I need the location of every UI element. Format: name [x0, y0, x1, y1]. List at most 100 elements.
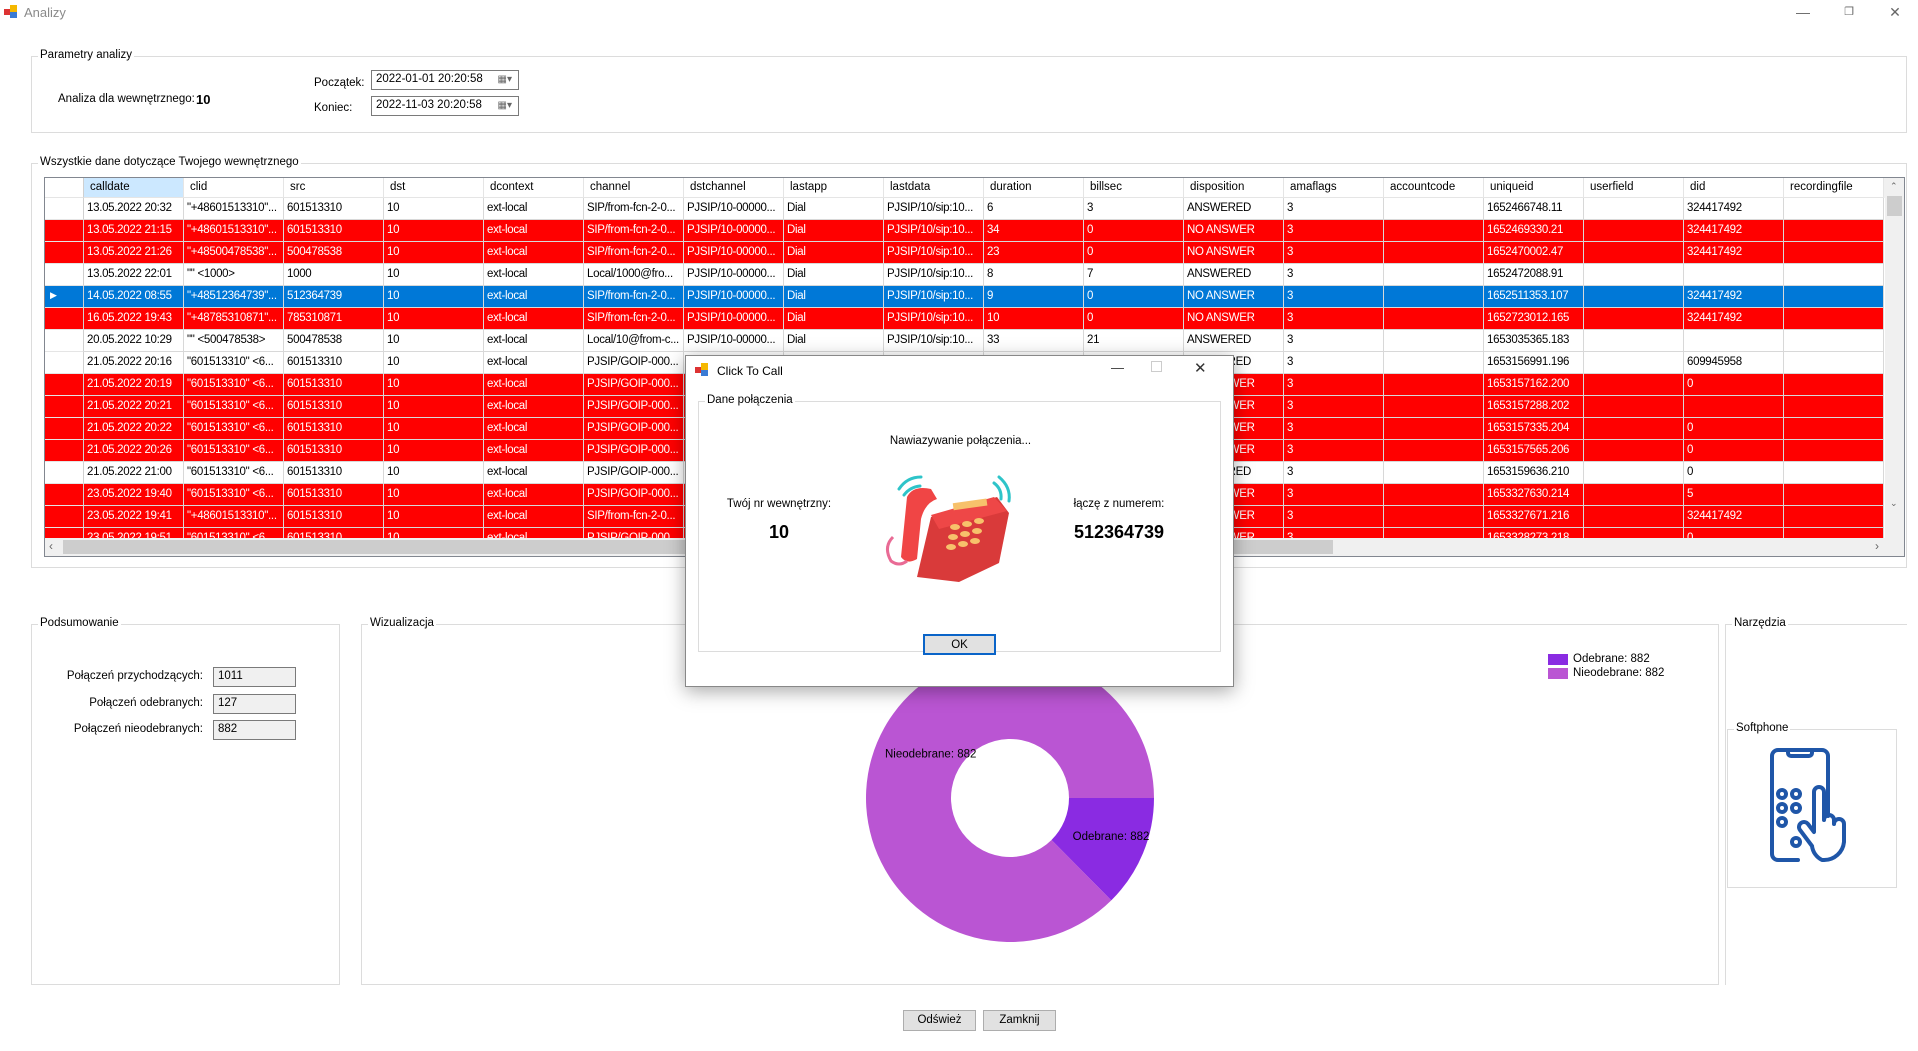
- cell-dst[interactable]: 10: [384, 440, 484, 462]
- cell-recordingfile[interactable]: [1784, 264, 1884, 286]
- scroll-right-icon[interactable]: ›: [1875, 539, 1879, 553]
- cell-uniqueid[interactable]: 1653157335.204: [1484, 418, 1584, 440]
- cell-clid[interactable]: "601513310" <6...: [184, 418, 284, 440]
- cell-dcontext[interactable]: ext-local: [484, 308, 584, 330]
- cell-dst[interactable]: 10: [384, 396, 484, 418]
- cell-duration[interactable]: 34: [984, 220, 1084, 242]
- cell-lastapp[interactable]: Dial: [784, 242, 884, 264]
- cell-dst[interactable]: 10: [384, 220, 484, 242]
- refresh-button[interactable]: Odśwież: [903, 1010, 976, 1031]
- minimize-icon[interactable]: —: [1780, 2, 1826, 24]
- cell-amaflags[interactable]: 3: [1284, 264, 1384, 286]
- cell-userfield[interactable]: [1584, 484, 1684, 506]
- cell-dst[interactable]: 10: [384, 506, 484, 528]
- cell-dst[interactable]: 10: [384, 352, 484, 374]
- cell-accountcode[interactable]: [1384, 242, 1484, 264]
- cell-calldate[interactable]: 13.05.2022 20:32: [84, 198, 184, 220]
- cell-accountcode[interactable]: [1384, 462, 1484, 484]
- cell-did[interactable]: [1684, 396, 1784, 418]
- cell-channel[interactable]: SIP/from-fcn-2-0...: [584, 506, 684, 528]
- cell-lastdata[interactable]: PJSIP/10/sip:10...: [884, 286, 984, 308]
- row-header[interactable]: [45, 264, 84, 286]
- cell-lastapp[interactable]: Dial: [784, 198, 884, 220]
- table-row[interactable]: 13.05.2022 20:32 "+48601513310"... 6015133…: [45, 198, 1885, 220]
- missed-field[interactable]: 882: [213, 720, 296, 740]
- cell-dst[interactable]: 10: [384, 484, 484, 506]
- cell-accountcode[interactable]: [1384, 396, 1484, 418]
- cell-clid[interactable]: "+48500478538"...: [184, 242, 284, 264]
- cell-userfield[interactable]: [1584, 418, 1684, 440]
- minimize-icon[interactable]: —: [1111, 360, 1124, 375]
- cell-src[interactable]: 601513310: [284, 440, 384, 462]
- cell-lastdata[interactable]: PJSIP/10/sip:10...: [884, 242, 984, 264]
- cell-src[interactable]: 601513310: [284, 198, 384, 220]
- cell-did[interactable]: 0: [1684, 440, 1784, 462]
- cell-src[interactable]: 601513310: [284, 396, 384, 418]
- cell-dst[interactable]: 10: [384, 462, 484, 484]
- cell-did[interactable]: 324417492: [1684, 198, 1784, 220]
- cell-recordingfile[interactable]: [1784, 418, 1884, 440]
- cell-dcontext[interactable]: ext-local: [484, 330, 584, 352]
- cell-src[interactable]: 1000: [284, 264, 384, 286]
- column-header-lastapp[interactable]: lastapp: [784, 178, 884, 198]
- cell-accountcode[interactable]: [1384, 198, 1484, 220]
- row-header[interactable]: [45, 396, 84, 418]
- cell-dst[interactable]: 10: [384, 264, 484, 286]
- table-row[interactable]: 13.05.2022 21:26 "+48500478538"... 5004785…: [45, 242, 1885, 264]
- cell-channel[interactable]: SIP/from-fcn-2-0...: [584, 220, 684, 242]
- cell-amaflags[interactable]: 3: [1284, 462, 1384, 484]
- cell-calldate[interactable]: 23.05.2022 19:40: [84, 484, 184, 506]
- cell-src[interactable]: 512364739: [284, 286, 384, 308]
- row-header[interactable]: [45, 308, 84, 330]
- cell-dcontext[interactable]: ext-local: [484, 462, 584, 484]
- cell-uniqueid[interactable]: 1652469330.21: [1484, 220, 1584, 242]
- cell-clid[interactable]: "601513310" <6...: [184, 396, 284, 418]
- cell-dcontext[interactable]: ext-local: [484, 418, 584, 440]
- table-row[interactable]: 20.05.2022 10:29 "" <500478538> 500478538 1…: [45, 330, 1885, 352]
- cell-channel[interactable]: PJSIP/GOIP-000...: [584, 484, 684, 506]
- cell-recordingfile[interactable]: [1784, 198, 1884, 220]
- column-header-src[interactable]: src: [284, 178, 384, 198]
- table-row-selected[interactable]: ▶ 14.05.2022 08:55 "+48512364739"... 512364…: [45, 286, 1885, 308]
- cell-lastdata[interactable]: PJSIP/10/sip:10...: [884, 198, 984, 220]
- cell-clid[interactable]: "" <500478538>: [184, 330, 284, 352]
- cell-calldate[interactable]: 21.05.2022 21:00: [84, 462, 184, 484]
- cell-userfield[interactable]: [1584, 286, 1684, 308]
- cell-recordingfile[interactable]: [1784, 506, 1884, 528]
- row-header[interactable]: [45, 440, 84, 462]
- row-header[interactable]: [45, 220, 84, 242]
- cell-amaflags[interactable]: 3: [1284, 330, 1384, 352]
- cell-userfield[interactable]: [1584, 264, 1684, 286]
- row-header[interactable]: [45, 484, 84, 506]
- cell-channel[interactable]: Local/1000@fro...: [584, 264, 684, 286]
- cell-did[interactable]: 0: [1684, 418, 1784, 440]
- cell-amaflags[interactable]: 3: [1284, 396, 1384, 418]
- close-button[interactable]: Zamknij: [983, 1010, 1056, 1031]
- cell-accountcode[interactable]: [1384, 264, 1484, 286]
- cell-recordingfile[interactable]: [1784, 352, 1884, 374]
- cell-clid[interactable]: "" <1000>: [184, 264, 284, 286]
- cell-userfield[interactable]: [1584, 440, 1684, 462]
- cell-clid[interactable]: "601513310" <6...: [184, 352, 284, 374]
- cell-recordingfile[interactable]: [1784, 330, 1884, 352]
- cell-channel[interactable]: SIP/from-fcn-2-0...: [584, 308, 684, 330]
- table-row[interactable]: 13.05.2022 22:01 "" <1000> 1000 10 ext-local…: [45, 264, 1885, 286]
- cell-lastapp[interactable]: Dial: [784, 330, 884, 352]
- cell-uniqueid[interactable]: 1652723012.165: [1484, 308, 1584, 330]
- cell-accountcode[interactable]: [1384, 484, 1484, 506]
- cell-recordingfile[interactable]: [1784, 484, 1884, 506]
- restore-icon[interactable]: ❐: [1826, 2, 1872, 24]
- scroll-up-icon[interactable]: ⌃: [1890, 181, 1898, 192]
- column-header-dst[interactable]: dst: [384, 178, 484, 198]
- cell-userfield[interactable]: [1584, 352, 1684, 374]
- cell-uniqueid[interactable]: 1653327671.216: [1484, 506, 1584, 528]
- cell-did[interactable]: [1684, 264, 1784, 286]
- cell-dcontext[interactable]: ext-local: [484, 220, 584, 242]
- cell-lastapp[interactable]: Dial: [784, 264, 884, 286]
- cell-dcontext[interactable]: ext-local: [484, 440, 584, 462]
- cell-uniqueid[interactable]: 1653157162.200: [1484, 374, 1584, 396]
- cell-recordingfile[interactable]: [1784, 220, 1884, 242]
- cell-clid[interactable]: "+48785310871"...: [184, 308, 284, 330]
- column-header-recordingfile[interactable]: recordingfile: [1784, 178, 1884, 198]
- cell-calldate[interactable]: 13.05.2022 22:01: [84, 264, 184, 286]
